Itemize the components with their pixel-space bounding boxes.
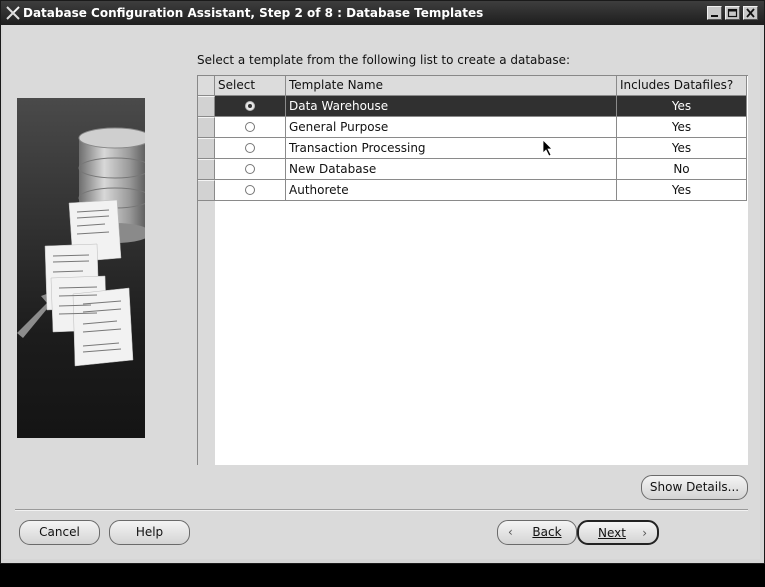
close-icon	[746, 8, 755, 18]
row-header[interactable]	[198, 96, 215, 117]
includes-datafiles-cell[interactable]: Yes	[617, 96, 747, 117]
column-header-includes-datafiles[interactable]: Includes Datafiles?	[617, 76, 747, 96]
mouse-pointer-icon	[542, 139, 553, 157]
window-title: Database Configuration Assistant, Step 2…	[23, 6, 484, 20]
back-label: Back	[532, 525, 562, 539]
select-cell[interactable]	[215, 138, 286, 159]
dialog-window: Database Configuration Assistant, Step 2…	[0, 0, 765, 564]
template-radio-button[interactable]	[245, 122, 255, 132]
title-bar[interactable]: Database Configuration Assistant, Step 2…	[1, 1, 764, 25]
row-header[interactable]	[198, 117, 215, 138]
template-name-cell[interactable]: General Purpose	[286, 117, 617, 138]
minimize-button[interactable]	[707, 6, 722, 20]
includes-datafiles-cell[interactable]: Yes	[617, 180, 747, 201]
select-cell[interactable]	[215, 117, 286, 138]
template-name-cell[interactable]: Data Warehouse	[286, 96, 617, 117]
close-button[interactable]	[743, 6, 758, 20]
select-cell[interactable]	[215, 159, 286, 180]
minimize-icon	[711, 15, 718, 17]
template-name-cell[interactable]: Transaction Processing	[286, 138, 617, 159]
next-button[interactable]: Next ›	[577, 520, 659, 545]
cancel-label: Cancel	[39, 525, 80, 539]
includes-datafiles-cell[interactable]: No	[617, 159, 747, 180]
corner-header	[198, 76, 215, 96]
template-radio-button[interactable]	[245, 164, 255, 174]
column-header-template-name[interactable]: Template Name	[286, 76, 617, 96]
maximize-button[interactable]	[725, 6, 740, 20]
chevron-right-icon: ›	[642, 526, 647, 540]
maximize-icon	[727, 8, 738, 18]
row-header[interactable]	[198, 159, 215, 180]
column-header-select[interactable]: Select	[215, 76, 286, 96]
select-cell[interactable]	[215, 96, 286, 117]
template-table: Select Template Name Includes Datafiles?…	[197, 75, 748, 466]
row-header[interactable]	[198, 180, 215, 201]
template-radio-button[interactable]	[245, 143, 255, 153]
cancel-button[interactable]: Cancel	[19, 520, 100, 545]
instruction-text: Select a template from the following lis…	[197, 53, 571, 67]
template-radio-button[interactable]	[245, 185, 255, 195]
dialog-body: Select a template from the following lis…	[3, 25, 760, 559]
select-cell[interactable]	[215, 180, 286, 201]
chevron-left-icon: ‹	[508, 525, 513, 539]
database-documents-icon	[17, 127, 145, 367]
button-separator	[15, 509, 748, 511]
show-details-button[interactable]: Show Details...	[641, 475, 748, 500]
row-header[interactable]	[198, 138, 215, 159]
help-button[interactable]: Help	[109, 520, 190, 545]
includes-datafiles-cell[interactable]: Yes	[617, 138, 747, 159]
next-label: Next	[598, 526, 626, 540]
database-illustration-image	[17, 98, 145, 438]
back-button[interactable]: ‹ Back	[497, 520, 577, 545]
help-label: Help	[135, 525, 164, 539]
template-name-cell[interactable]: New Database	[286, 159, 617, 180]
template-name-cell[interactable]: Authorete	[286, 180, 617, 201]
template-radio-button[interactable]	[245, 101, 255, 111]
includes-datafiles-cell[interactable]: Yes	[617, 117, 747, 138]
x-logo-icon	[6, 6, 20, 20]
